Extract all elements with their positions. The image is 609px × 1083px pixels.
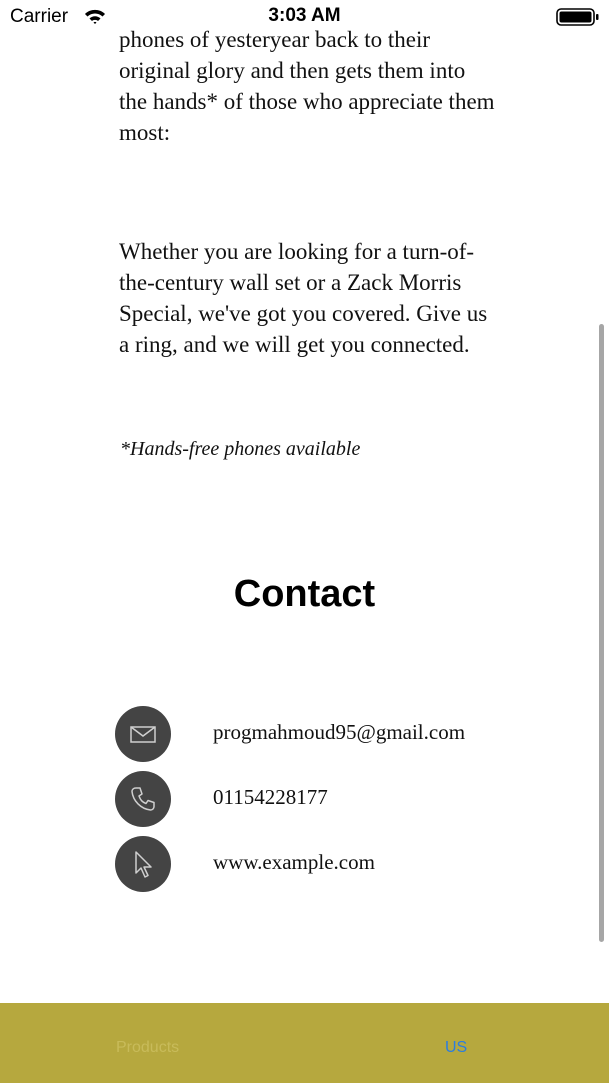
phone-icon-button[interactable] — [115, 771, 171, 827]
footnote: *Hands-free phones available — [120, 438, 361, 460]
website-icon-button[interactable] — [115, 836, 171, 892]
status-bar: Carrier 3:03 AM — [0, 0, 609, 36]
contact-website-row[interactable]: www.example.com — [115, 836, 535, 892]
contact-phone-row[interactable]: 01154228177 — [115, 771, 535, 827]
scroll-content[interactable]: phones of yesteryear back to their origi… — [0, 0, 609, 1003]
tab-bar: Products US — [0, 1003, 609, 1083]
tab-products[interactable]: Products — [116, 1039, 179, 1057]
about-paragraph-1: phones of yesteryear back to their origi… — [119, 27, 495, 145]
contact-email-row[interactable]: progmahmoud95@gmail.com — [115, 706, 535, 762]
contact-email[interactable]: progmahmoud95@gmail.com — [213, 720, 465, 745]
battery-icon — [556, 8, 599, 26]
contact-website[interactable]: www.example.com — [213, 850, 375, 875]
contact-phone[interactable]: 01154228177 — [213, 785, 328, 810]
contact-heading: Contact — [233, 573, 376, 615]
clock: 3:03 AM — [268, 5, 341, 26]
cursor-icon — [135, 851, 152, 878]
envelope-icon — [130, 726, 156, 743]
tab-us[interactable]: US — [445, 1039, 467, 1057]
email-icon-button[interactable] — [115, 706, 171, 762]
phone-icon — [131, 787, 155, 811]
about-paragraph-2: Whether you are looking for a turn-of-th… — [119, 239, 488, 357]
scroll-indicator[interactable] — [599, 324, 604, 942]
